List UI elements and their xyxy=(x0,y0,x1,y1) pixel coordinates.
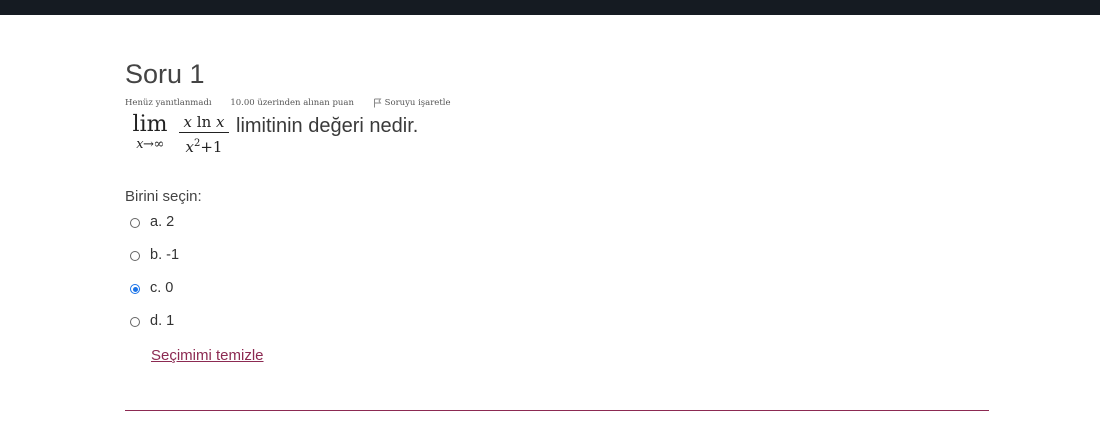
clear-choice-link[interactable]: Seçimimi temizle xyxy=(151,347,264,364)
answer-label[interactable]: a. 2 xyxy=(150,214,174,230)
denominator-x: x xyxy=(185,138,194,157)
lim-subscript: x→∞ xyxy=(136,137,164,152)
numerator-ln: ln xyxy=(196,113,212,131)
question-title: Soru 1 xyxy=(125,59,205,89)
radio-button[interactable] xyxy=(130,218,140,228)
flag-question-label: Soruyu işaretle xyxy=(384,98,451,108)
question-container: Soru 1 Henüz yanıtlanmadı 10.00 üzerinde… xyxy=(125,58,989,365)
limit-operator: lim x→∞ xyxy=(125,112,175,153)
answer-label[interactable]: c. 0 xyxy=(150,280,173,296)
answer-option-a[interactable]: a. 2 xyxy=(125,214,989,247)
fraction-denominator: x2+1 xyxy=(179,135,229,156)
answer-label[interactable]: b. -1 xyxy=(150,247,179,263)
question-points: 10.00 üzerinden alınan puan xyxy=(230,98,354,108)
answer-option-c[interactable]: c. 0 xyxy=(125,280,989,313)
question-status: Henüz yanıtlanmadı xyxy=(125,98,212,108)
flag-question-link[interactable]: Soruyu işaretle xyxy=(373,98,451,109)
fraction-numerator: x ln x xyxy=(179,114,229,131)
radio-button[interactable] xyxy=(130,284,140,294)
lim-word: lim xyxy=(132,112,168,137)
radio-button[interactable] xyxy=(130,251,140,261)
top-navbar xyxy=(0,0,1100,15)
numerator-x: x xyxy=(183,113,192,131)
answer-option-b[interactable]: b. -1 xyxy=(125,247,989,280)
section-divider xyxy=(125,410,989,411)
answer-list: a. 2 b. -1 c. 0 d. 1 xyxy=(125,214,989,346)
fraction-bar xyxy=(179,132,229,134)
numerator-x2: x xyxy=(216,113,225,131)
limit-fraction: x ln x x2+1 xyxy=(179,114,229,156)
question-text: lim x→∞ x ln x x2+1 limitinin değeri ned… xyxy=(125,112,989,156)
flag-icon xyxy=(373,98,382,108)
denominator-rest: +1 xyxy=(200,138,223,157)
answer-option-d[interactable]: d. 1 xyxy=(125,313,989,346)
radio-button[interactable] xyxy=(130,317,140,327)
answer-label[interactable]: d. 1 xyxy=(150,313,174,329)
question-info: Henüz yanıtlanmadı 10.00 üzerinden alına… xyxy=(125,98,989,112)
answer-prompt: Birini seçin: xyxy=(125,188,202,205)
question-text-rest: limitinin değeri nedir. xyxy=(236,115,419,137)
